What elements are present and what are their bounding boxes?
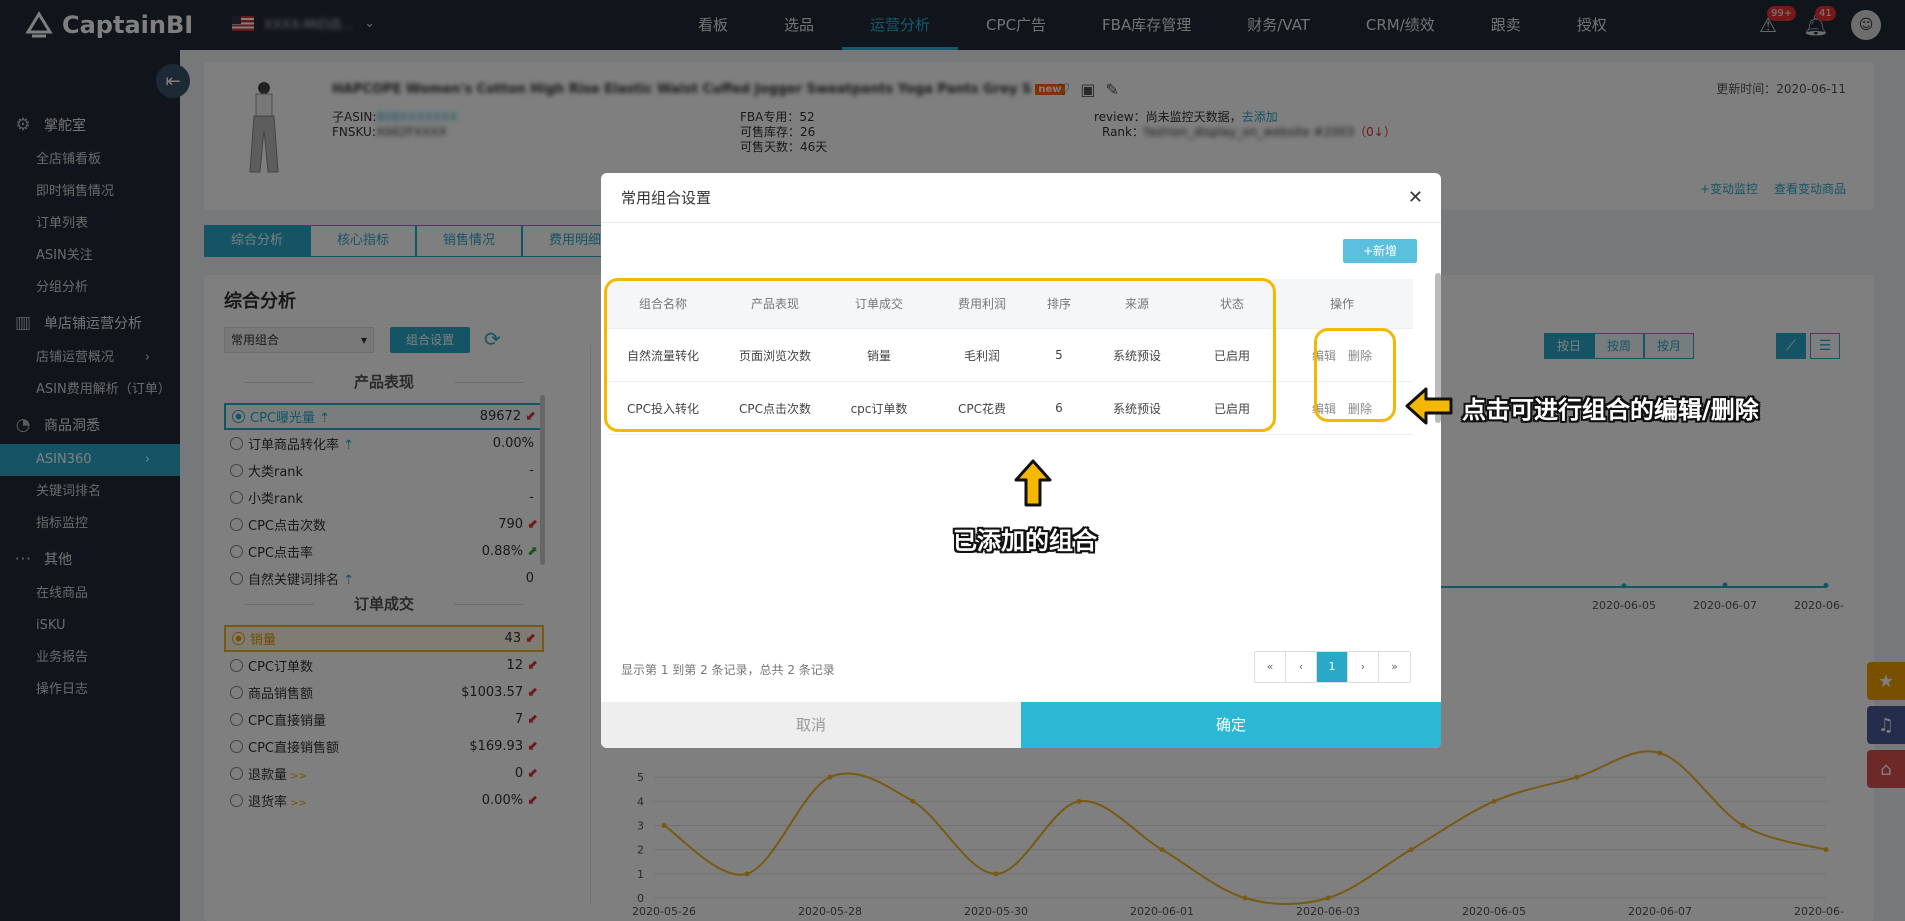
- page-button[interactable]: ‹: [1286, 652, 1317, 682]
- modal-header: 常用组合设置 ✕: [601, 173, 1441, 223]
- page-button[interactable]: »: [1379, 652, 1410, 682]
- pagination: «‹ 1 ›»: [1254, 651, 1411, 683]
- pagination-summary: 显示第 1 到第 2 条记录，总共 2 条记录: [621, 663, 835, 677]
- confirm-button[interactable]: 确定: [1021, 702, 1441, 748]
- modal-title: 常用组合设置: [621, 189, 712, 207]
- combo-settings-modal: 常用组合设置 ✕ +新增 组合名称 产品表现 订单成交 费用利润 排序 来源 状态 操作 自然流…: [601, 173, 1441, 748]
- column-header: 操作: [1329, 297, 1354, 311]
- annotation-added-combos: 已添加的组合: [953, 527, 1097, 555]
- close-icon[interactable]: ✕: [1408, 173, 1423, 223]
- arrow-left-icon: [1405, 387, 1453, 425]
- annotation-edit-delete: 点击可进行组合的编辑/删除: [1462, 396, 1759, 424]
- page-button[interactable]: «: [1255, 652, 1286, 682]
- add-combo-button[interactable]: +新增: [1343, 239, 1417, 263]
- modal-footer: 取消 确定: [601, 702, 1441, 748]
- highlight-combos: [604, 278, 1276, 432]
- highlight-actions: [1314, 328, 1396, 422]
- page-button[interactable]: ›: [1348, 652, 1379, 682]
- cancel-button[interactable]: 取消: [601, 702, 1021, 748]
- arrow-up-icon: [1014, 459, 1052, 507]
- page-button[interactable]: 1: [1317, 652, 1348, 682]
